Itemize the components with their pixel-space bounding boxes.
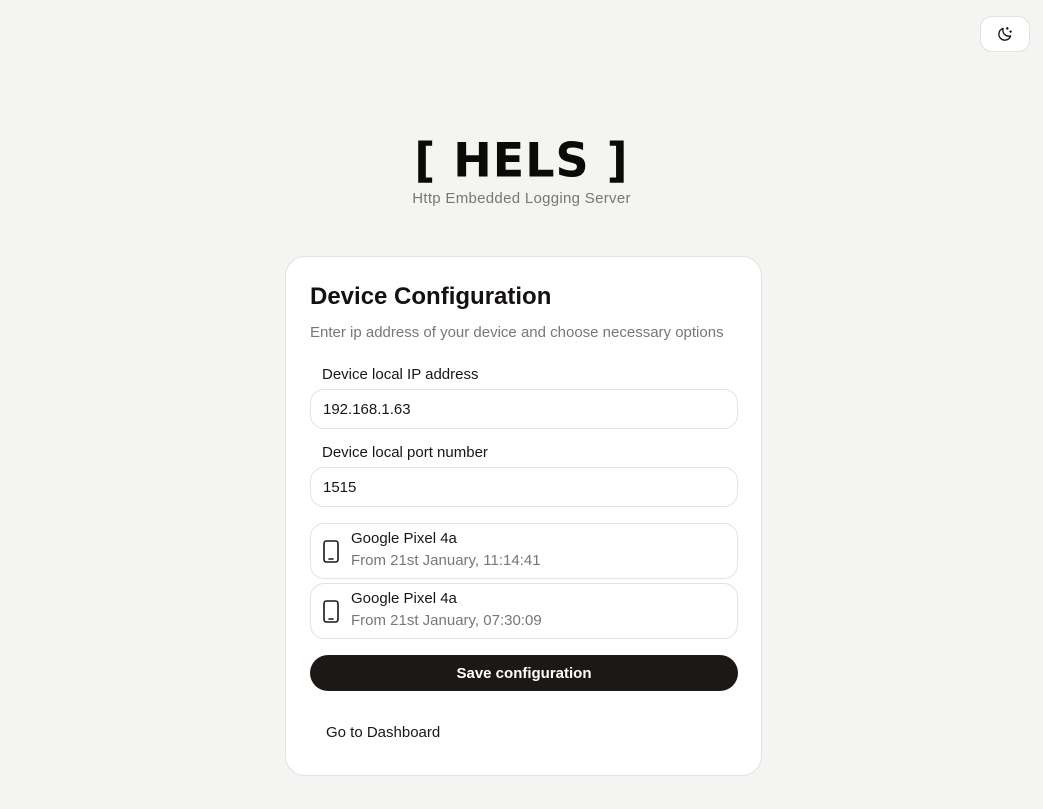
app-subtitle: Http Embedded Logging Server <box>412 190 631 207</box>
brand-header: [ HELS ] Http Embedded Logging Server <box>0 130 1043 207</box>
port-number-input[interactable] <box>310 467 738 507</box>
device-name: Google Pixel 4a <box>351 590 457 607</box>
card-description: Enter ip address of your device and choo… <box>310 324 724 341</box>
device-name: Google Pixel 4a <box>351 530 457 547</box>
device-list-item[interactable]: Google Pixel 4a From 21st January, 07:30… <box>310 583 738 639</box>
device-timestamp: From 21st January, 07:30:09 <box>351 612 542 629</box>
device-list-item[interactable]: Google Pixel 4a From 21st January, 11:14… <box>310 523 738 579</box>
port-number-label: Device local port number <box>322 444 488 461</box>
moon-stars-icon <box>998 26 1012 41</box>
card-title: Device Configuration <box>310 283 552 310</box>
ip-address-label: Device local IP address <box>322 366 479 383</box>
app-logo-title: [ HELS ] <box>414 132 629 188</box>
save-configuration-button[interactable]: Save configuration <box>310 655 738 691</box>
device-configuration-card: Device Configuration Enter ip address of… <box>285 256 762 776</box>
device-timestamp: From 21st January, 11:14:41 <box>351 552 541 569</box>
go-to-dashboard-link[interactable]: Go to Dashboard <box>326 724 440 741</box>
phone-icon <box>323 540 339 563</box>
phone-icon <box>323 600 339 623</box>
theme-toggle-button[interactable] <box>980 16 1030 52</box>
ip-address-input[interactable] <box>310 389 738 429</box>
